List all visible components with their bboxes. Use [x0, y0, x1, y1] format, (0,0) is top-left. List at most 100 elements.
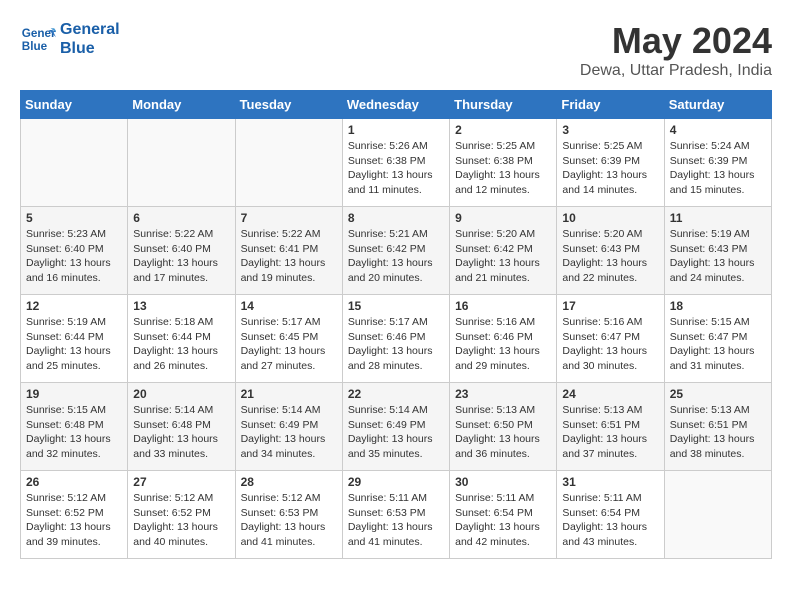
day-number: 26	[26, 475, 122, 489]
day-number: 19	[26, 387, 122, 401]
calendar-cell: 19 Sunrise: 5:15 AMSunset: 6:48 PMDayligh…	[21, 383, 128, 471]
svg-text:Blue: Blue	[22, 40, 48, 53]
calendar-subtitle: Dewa, Uttar Pradesh, India	[580, 62, 772, 80]
day-of-week-header: Monday	[128, 91, 235, 119]
day-of-week-header: Friday	[557, 91, 664, 119]
day-info: Sunrise: 5:11 AMSunset: 6:54 PMDaylight:…	[562, 491, 658, 550]
day-number: 16	[455, 299, 551, 313]
day-of-week-header: Wednesday	[342, 91, 449, 119]
day-info: Sunrise: 5:11 AMSunset: 6:54 PMDaylight:…	[455, 491, 551, 550]
calendar-cell: 25Sunrise: 5:13 AMSunset: 6:51 PMDayligh…	[664, 383, 771, 471]
day-number: 18	[670, 299, 766, 313]
title-block: May 2024 Dewa, Uttar Pradesh, India	[580, 20, 772, 80]
calendar-cell: 5 Sunrise: 5:23 AMSunset: 6:40 PMDaylight…	[21, 207, 128, 295]
day-number: 17	[562, 299, 658, 313]
day-number: 9	[455, 211, 551, 225]
calendar-cell	[128, 119, 235, 207]
day-info: Sunrise: 5:12 AMSunset: 6:53 PMDaylight:…	[241, 491, 337, 550]
calendar-cell: 8Sunrise: 5:21 AMSunset: 6:42 PMDaylight…	[342, 207, 449, 295]
calendar-cell: 10 Sunrise: 5:20 AMSunset: 6:43 PMDayligh…	[557, 207, 664, 295]
calendar-week-row: 26Sunrise: 5:12 AMSunset: 6:52 PMDayligh…	[21, 471, 772, 559]
day-info: Sunrise: 5:17 AMSunset: 6:45 PMDaylight:…	[241, 315, 337, 374]
logo-text-blue: Blue	[60, 39, 120, 58]
day-info: Sunrise: 5:17 AMSunset: 6:46 PMDaylight:…	[348, 315, 444, 374]
day-info: Sunrise: 5:11 AMSunset: 6:53 PMDaylight:…	[348, 491, 444, 550]
calendar-cell: 26Sunrise: 5:12 AMSunset: 6:52 PMDayligh…	[21, 471, 128, 559]
day-info: Sunrise: 5:13 AMSunset: 6:51 PMDaylight:…	[670, 403, 766, 462]
day-info: Sunrise: 5:21 AMSunset: 6:42 PMDaylight:…	[348, 227, 444, 286]
logo: General Blue General Blue	[20, 20, 120, 58]
calendar-week-row: 12 Sunrise: 5:19 AMSunset: 6:44 PMDayligh…	[21, 295, 772, 383]
page-header: General Blue General Blue May 2024 Dewa,…	[20, 20, 772, 80]
logo-text-general: General	[60, 20, 120, 39]
day-number: 14	[241, 299, 337, 313]
day-number: 20	[133, 387, 229, 401]
calendar-week-row: 19 Sunrise: 5:15 AMSunset: 6:48 PMDayligh…	[21, 383, 772, 471]
calendar-cell	[21, 119, 128, 207]
day-of-week-header: Saturday	[664, 91, 771, 119]
day-number: 13	[133, 299, 229, 313]
day-number: 23	[455, 387, 551, 401]
day-number: 1	[348, 123, 444, 137]
calendar-cell: 30 Sunrise: 5:11 AMSunset: 6:54 PMDayligh…	[450, 471, 557, 559]
day-number: 27	[133, 475, 229, 489]
calendar-cell: 27Sunrise: 5:12 AMSunset: 6:52 PMDayligh…	[128, 471, 235, 559]
day-of-week-header: Tuesday	[235, 91, 342, 119]
day-number: 5	[26, 211, 122, 225]
day-number: 24	[562, 387, 658, 401]
calendar-cell: 3 Sunrise: 5:25 AMSunset: 6:39 PMDaylight…	[557, 119, 664, 207]
day-of-week-header: Thursday	[450, 91, 557, 119]
calendar-cell: 31 Sunrise: 5:11 AMSunset: 6:54 PMDayligh…	[557, 471, 664, 559]
day-info: Sunrise: 5:25 AMSunset: 6:39 PMDaylight:…	[562, 139, 658, 198]
calendar-cell: 23 Sunrise: 5:13 AMSunset: 6:50 PMDayligh…	[450, 383, 557, 471]
logo-icon: General Blue	[20, 21, 56, 57]
day-info: Sunrise: 5:16 AMSunset: 6:46 PMDaylight:…	[455, 315, 551, 374]
calendar-cell: 4 Sunrise: 5:24 AMSunset: 6:39 PMDaylight…	[664, 119, 771, 207]
calendar-cell: 29 Sunrise: 5:11 AMSunset: 6:53 PMDayligh…	[342, 471, 449, 559]
calendar-cell: 16 Sunrise: 5:16 AMSunset: 6:46 PMDayligh…	[450, 295, 557, 383]
day-info: Sunrise: 5:20 AMSunset: 6:43 PMDaylight:…	[562, 227, 658, 286]
day-number: 28	[241, 475, 337, 489]
calendar-cell: 1Sunrise: 5:26 AMSunset: 6:38 PMDaylight…	[342, 119, 449, 207]
day-number: 29	[348, 475, 444, 489]
calendar-cell: 22Sunrise: 5:14 AMSunset: 6:49 PMDayligh…	[342, 383, 449, 471]
day-info: Sunrise: 5:18 AMSunset: 6:44 PMDaylight:…	[133, 315, 229, 374]
svg-text:General: General	[22, 27, 56, 40]
day-number: 12	[26, 299, 122, 313]
day-number: 15	[348, 299, 444, 313]
day-info: Sunrise: 5:13 AMSunset: 6:50 PMDaylight:…	[455, 403, 551, 462]
day-info: Sunrise: 5:24 AMSunset: 6:39 PMDaylight:…	[670, 139, 766, 198]
day-number: 22	[348, 387, 444, 401]
day-number: 3	[562, 123, 658, 137]
day-info: Sunrise: 5:19 AMSunset: 6:44 PMDaylight:…	[26, 315, 122, 374]
calendar-cell	[235, 119, 342, 207]
calendar-cell: 11 Sunrise: 5:19 AMSunset: 6:43 PMDayligh…	[664, 207, 771, 295]
calendar-cell: 15 Sunrise: 5:17 AMSunset: 6:46 PMDayligh…	[342, 295, 449, 383]
day-number: 30	[455, 475, 551, 489]
day-info: Sunrise: 5:15 AMSunset: 6:48 PMDaylight:…	[26, 403, 122, 462]
calendar-cell: 9Sunrise: 5:20 AMSunset: 6:42 PMDaylight…	[450, 207, 557, 295]
calendar-week-row: 1Sunrise: 5:26 AMSunset: 6:38 PMDaylight…	[21, 119, 772, 207]
day-number: 4	[670, 123, 766, 137]
calendar-cell: 17 Sunrise: 5:16 AMSunset: 6:47 PMDayligh…	[557, 295, 664, 383]
calendar-header-row: SundayMondayTuesdayWednesdayThursdayFrid…	[21, 91, 772, 119]
day-of-week-header: Sunday	[21, 91, 128, 119]
day-info: Sunrise: 5:14 AMSunset: 6:49 PMDaylight:…	[241, 403, 337, 462]
day-number: 10	[562, 211, 658, 225]
calendar-cell: 6Sunrise: 5:22 AMSunset: 6:40 PMDaylight…	[128, 207, 235, 295]
day-info: Sunrise: 5:25 AMSunset: 6:38 PMDaylight:…	[455, 139, 551, 198]
calendar-cell: 2Sunrise: 5:25 AMSunset: 6:38 PMDaylight…	[450, 119, 557, 207]
day-number: 11	[670, 211, 766, 225]
day-number: 6	[133, 211, 229, 225]
calendar-cell: 21 Sunrise: 5:14 AMSunset: 6:49 PMDayligh…	[235, 383, 342, 471]
calendar-week-row: 5 Sunrise: 5:23 AMSunset: 6:40 PMDaylight…	[21, 207, 772, 295]
calendar-cell: 13 Sunrise: 5:18 AMSunset: 6:44 PMDayligh…	[128, 295, 235, 383]
day-number: 21	[241, 387, 337, 401]
calendar-table: SundayMondayTuesdayWednesdayThursdayFrid…	[20, 90, 772, 559]
day-number: 31	[562, 475, 658, 489]
calendar-cell: 14 Sunrise: 5:17 AMSunset: 6:45 PMDayligh…	[235, 295, 342, 383]
day-info: Sunrise: 5:19 AMSunset: 6:43 PMDaylight:…	[670, 227, 766, 286]
calendar-cell: 7Sunrise: 5:22 AMSunset: 6:41 PMDaylight…	[235, 207, 342, 295]
day-info: Sunrise: 5:23 AMSunset: 6:40 PMDaylight:…	[26, 227, 122, 286]
day-info: Sunrise: 5:16 AMSunset: 6:47 PMDaylight:…	[562, 315, 658, 374]
